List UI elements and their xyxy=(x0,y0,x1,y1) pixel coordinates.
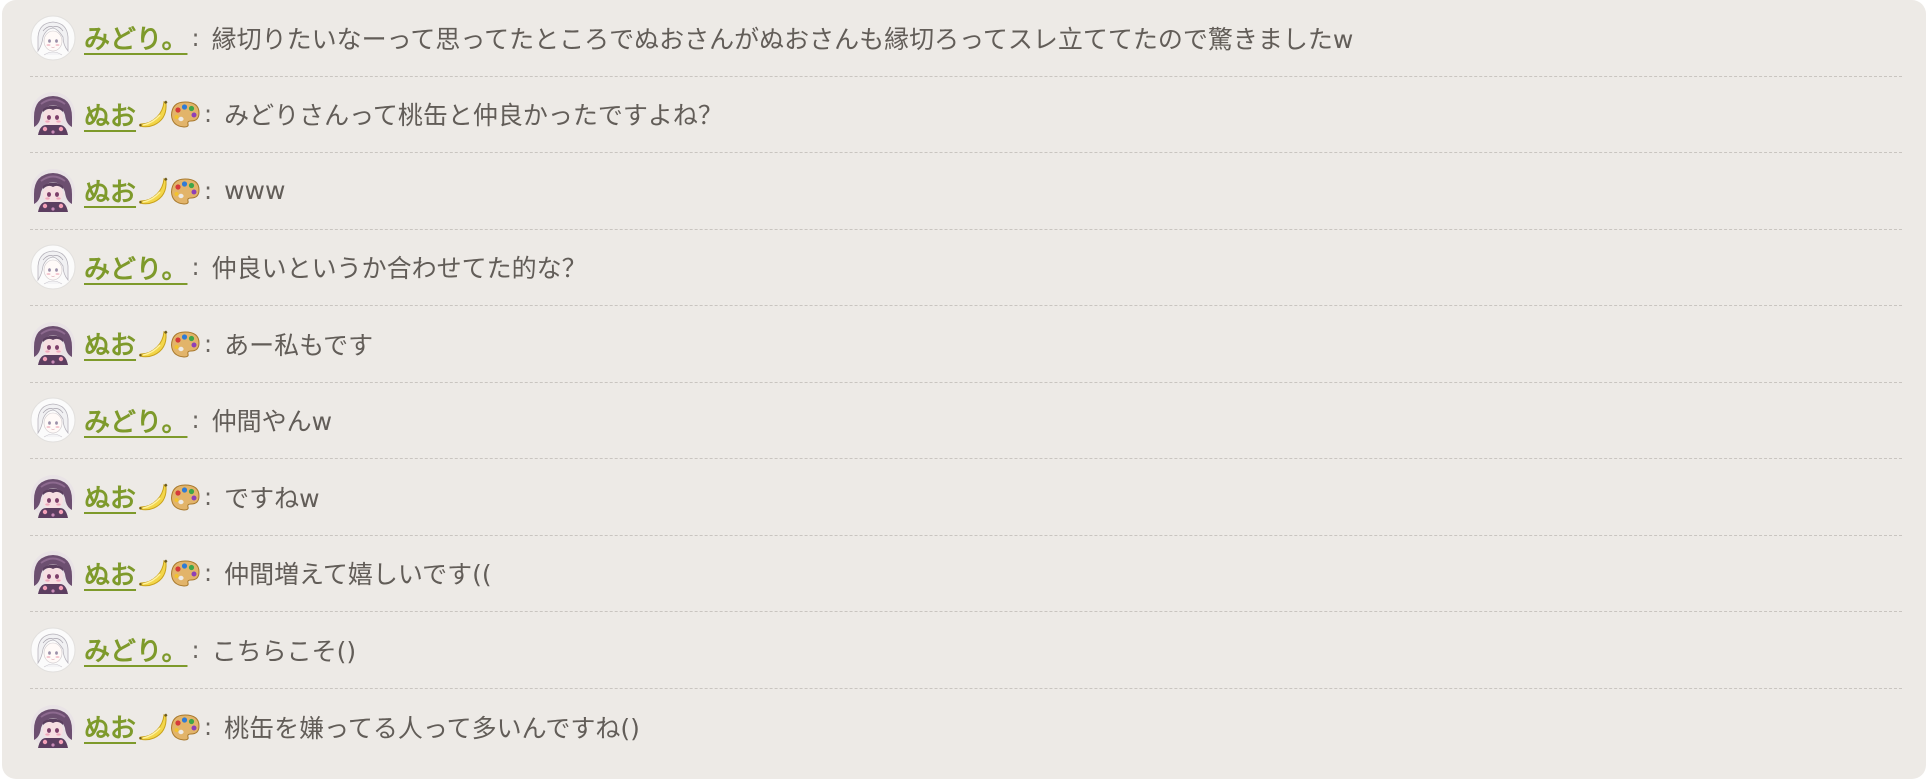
message-row: ぬお : ですねw xyxy=(30,459,1902,536)
username-link[interactable]: みどり。 xyxy=(84,631,188,668)
username-badges xyxy=(137,712,201,742)
username-badges xyxy=(137,558,201,588)
message-row: ぬお : 仲間増えて嬉しいです(( xyxy=(30,536,1902,612)
avatar[interactable] xyxy=(30,244,84,290)
white-haired-girl-avatar-icon[interactable] xyxy=(30,397,76,443)
paint-palette-icon xyxy=(171,484,200,511)
purple-haired-girl-avatar-icon[interactable] xyxy=(30,704,76,750)
username-text: ぬお xyxy=(84,101,137,132)
message-text: ですねw xyxy=(224,483,320,513)
username-text: みどり。 xyxy=(84,254,188,285)
separator-colon: : xyxy=(191,635,200,664)
white-haired-girl-avatar-icon[interactable] xyxy=(30,15,76,61)
separator-colon: : xyxy=(191,23,200,52)
message-text: 仲間増えて嬉しいです(( xyxy=(224,560,492,590)
message-row: みどり。 : 縁切りたいなーって思ってたところでぬおさんがぬおさんも縁切ろってス… xyxy=(30,0,1902,77)
username-badges xyxy=(137,329,201,359)
purple-haired-girl-avatar-icon[interactable] xyxy=(30,550,76,596)
avatar[interactable] xyxy=(30,321,84,367)
message-text: 桃缶を嫌ってる人って多いんですね() xyxy=(224,713,640,743)
banana-icon xyxy=(139,559,168,587)
username-text: ぬお xyxy=(84,331,137,362)
message-row: みどり。 : 仲間やんw xyxy=(30,383,1902,459)
username-text: みどり。 xyxy=(84,25,188,56)
separator-colon: : xyxy=(191,406,200,435)
banana-icon xyxy=(139,713,168,741)
message-text: 縁切りたいなーって思ってたところでぬおさんがぬおさんも縁切ろってスレ立ててたので… xyxy=(211,24,1354,54)
purple-haired-girl-avatar-icon[interactable] xyxy=(30,91,76,137)
separator-colon: : xyxy=(204,482,213,511)
username-link[interactable]: みどり。 xyxy=(84,249,188,286)
username-link[interactable]: みどり。 xyxy=(84,402,188,439)
message-row: ぬお : みどりさんって桃缶と仲良かったですよね？ xyxy=(30,77,1902,153)
separator-colon: : xyxy=(204,559,213,588)
separator-colon: : xyxy=(204,100,213,129)
avatar[interactable] xyxy=(30,91,84,137)
message-row: ぬお : 桃缶を嫌ってる人って多いんですね() xyxy=(30,689,1902,766)
separator-colon: : xyxy=(204,176,213,205)
username-text: ぬお xyxy=(84,484,137,515)
white-haired-girl-avatar-icon[interactable] xyxy=(30,627,76,673)
avatar[interactable] xyxy=(30,474,84,520)
username-badges xyxy=(137,176,201,206)
paint-palette-icon xyxy=(171,178,200,205)
banana-icon xyxy=(139,177,168,205)
message-row: みどり。 : こちらこそ() xyxy=(30,612,1902,689)
purple-haired-girl-avatar-icon[interactable] xyxy=(30,474,76,520)
username-link[interactable]: ぬお xyxy=(84,478,201,515)
paint-palette-icon xyxy=(171,714,200,741)
username-text: みどり。 xyxy=(84,407,188,438)
banana-icon xyxy=(139,483,168,511)
username-text: ぬお xyxy=(84,560,137,591)
message-text: www xyxy=(224,176,286,206)
username-badges xyxy=(137,482,201,512)
paint-palette-icon xyxy=(171,331,200,358)
chat-panel: みどり。 : 縁切りたいなーって思ってたところでぬおさんがぬおさんも縁切ろってス… xyxy=(2,0,1926,779)
purple-haired-girl-avatar-icon[interactable] xyxy=(30,168,76,214)
message-row: ぬお : www xyxy=(30,153,1902,230)
username-link[interactable]: ぬお xyxy=(84,325,201,362)
avatar[interactable] xyxy=(30,704,84,750)
username-text: ぬお xyxy=(84,714,137,745)
message-list: みどり。 : 縁切りたいなーって思ってたところでぬおさんがぬおさんも縁切ろってス… xyxy=(30,0,1902,765)
separator-colon: : xyxy=(204,329,213,358)
white-haired-girl-avatar-icon[interactable] xyxy=(30,244,76,290)
message-text: あー私もです xyxy=(224,330,374,360)
message-row: みどり。 : 仲良いというか合わせてた的な？ xyxy=(30,230,1902,306)
message-row: ぬお : あー私もです xyxy=(30,306,1902,383)
avatar[interactable] xyxy=(30,627,84,673)
separator-colon: : xyxy=(204,712,213,741)
avatar[interactable] xyxy=(30,550,84,596)
username-link[interactable]: ぬお xyxy=(84,555,201,592)
separator-colon: : xyxy=(191,253,200,282)
username-text: みどり。 xyxy=(84,637,188,668)
avatar[interactable] xyxy=(30,168,84,214)
paint-palette-icon xyxy=(171,560,200,587)
avatar[interactable] xyxy=(30,15,84,61)
message-text: みどりさんって桃缶と仲良かったですよね？ xyxy=(224,101,723,131)
username-text: ぬお xyxy=(84,178,137,209)
username-link[interactable]: ぬお xyxy=(84,172,201,209)
message-text: 仲間やんw xyxy=(211,407,333,437)
avatar[interactable] xyxy=(30,397,84,443)
paint-palette-icon xyxy=(171,101,200,128)
purple-haired-girl-avatar-icon[interactable] xyxy=(30,321,76,367)
username-link[interactable]: みどり。 xyxy=(84,19,188,56)
message-text: 仲良いというか合わせてた的な？ xyxy=(211,254,587,284)
username-badges xyxy=(137,99,201,129)
username-link[interactable]: ぬお xyxy=(84,96,201,133)
banana-icon xyxy=(139,330,168,358)
banana-icon xyxy=(139,100,168,128)
username-link[interactable]: ぬお xyxy=(84,708,201,745)
message-text: こちらこそ() xyxy=(211,636,357,666)
